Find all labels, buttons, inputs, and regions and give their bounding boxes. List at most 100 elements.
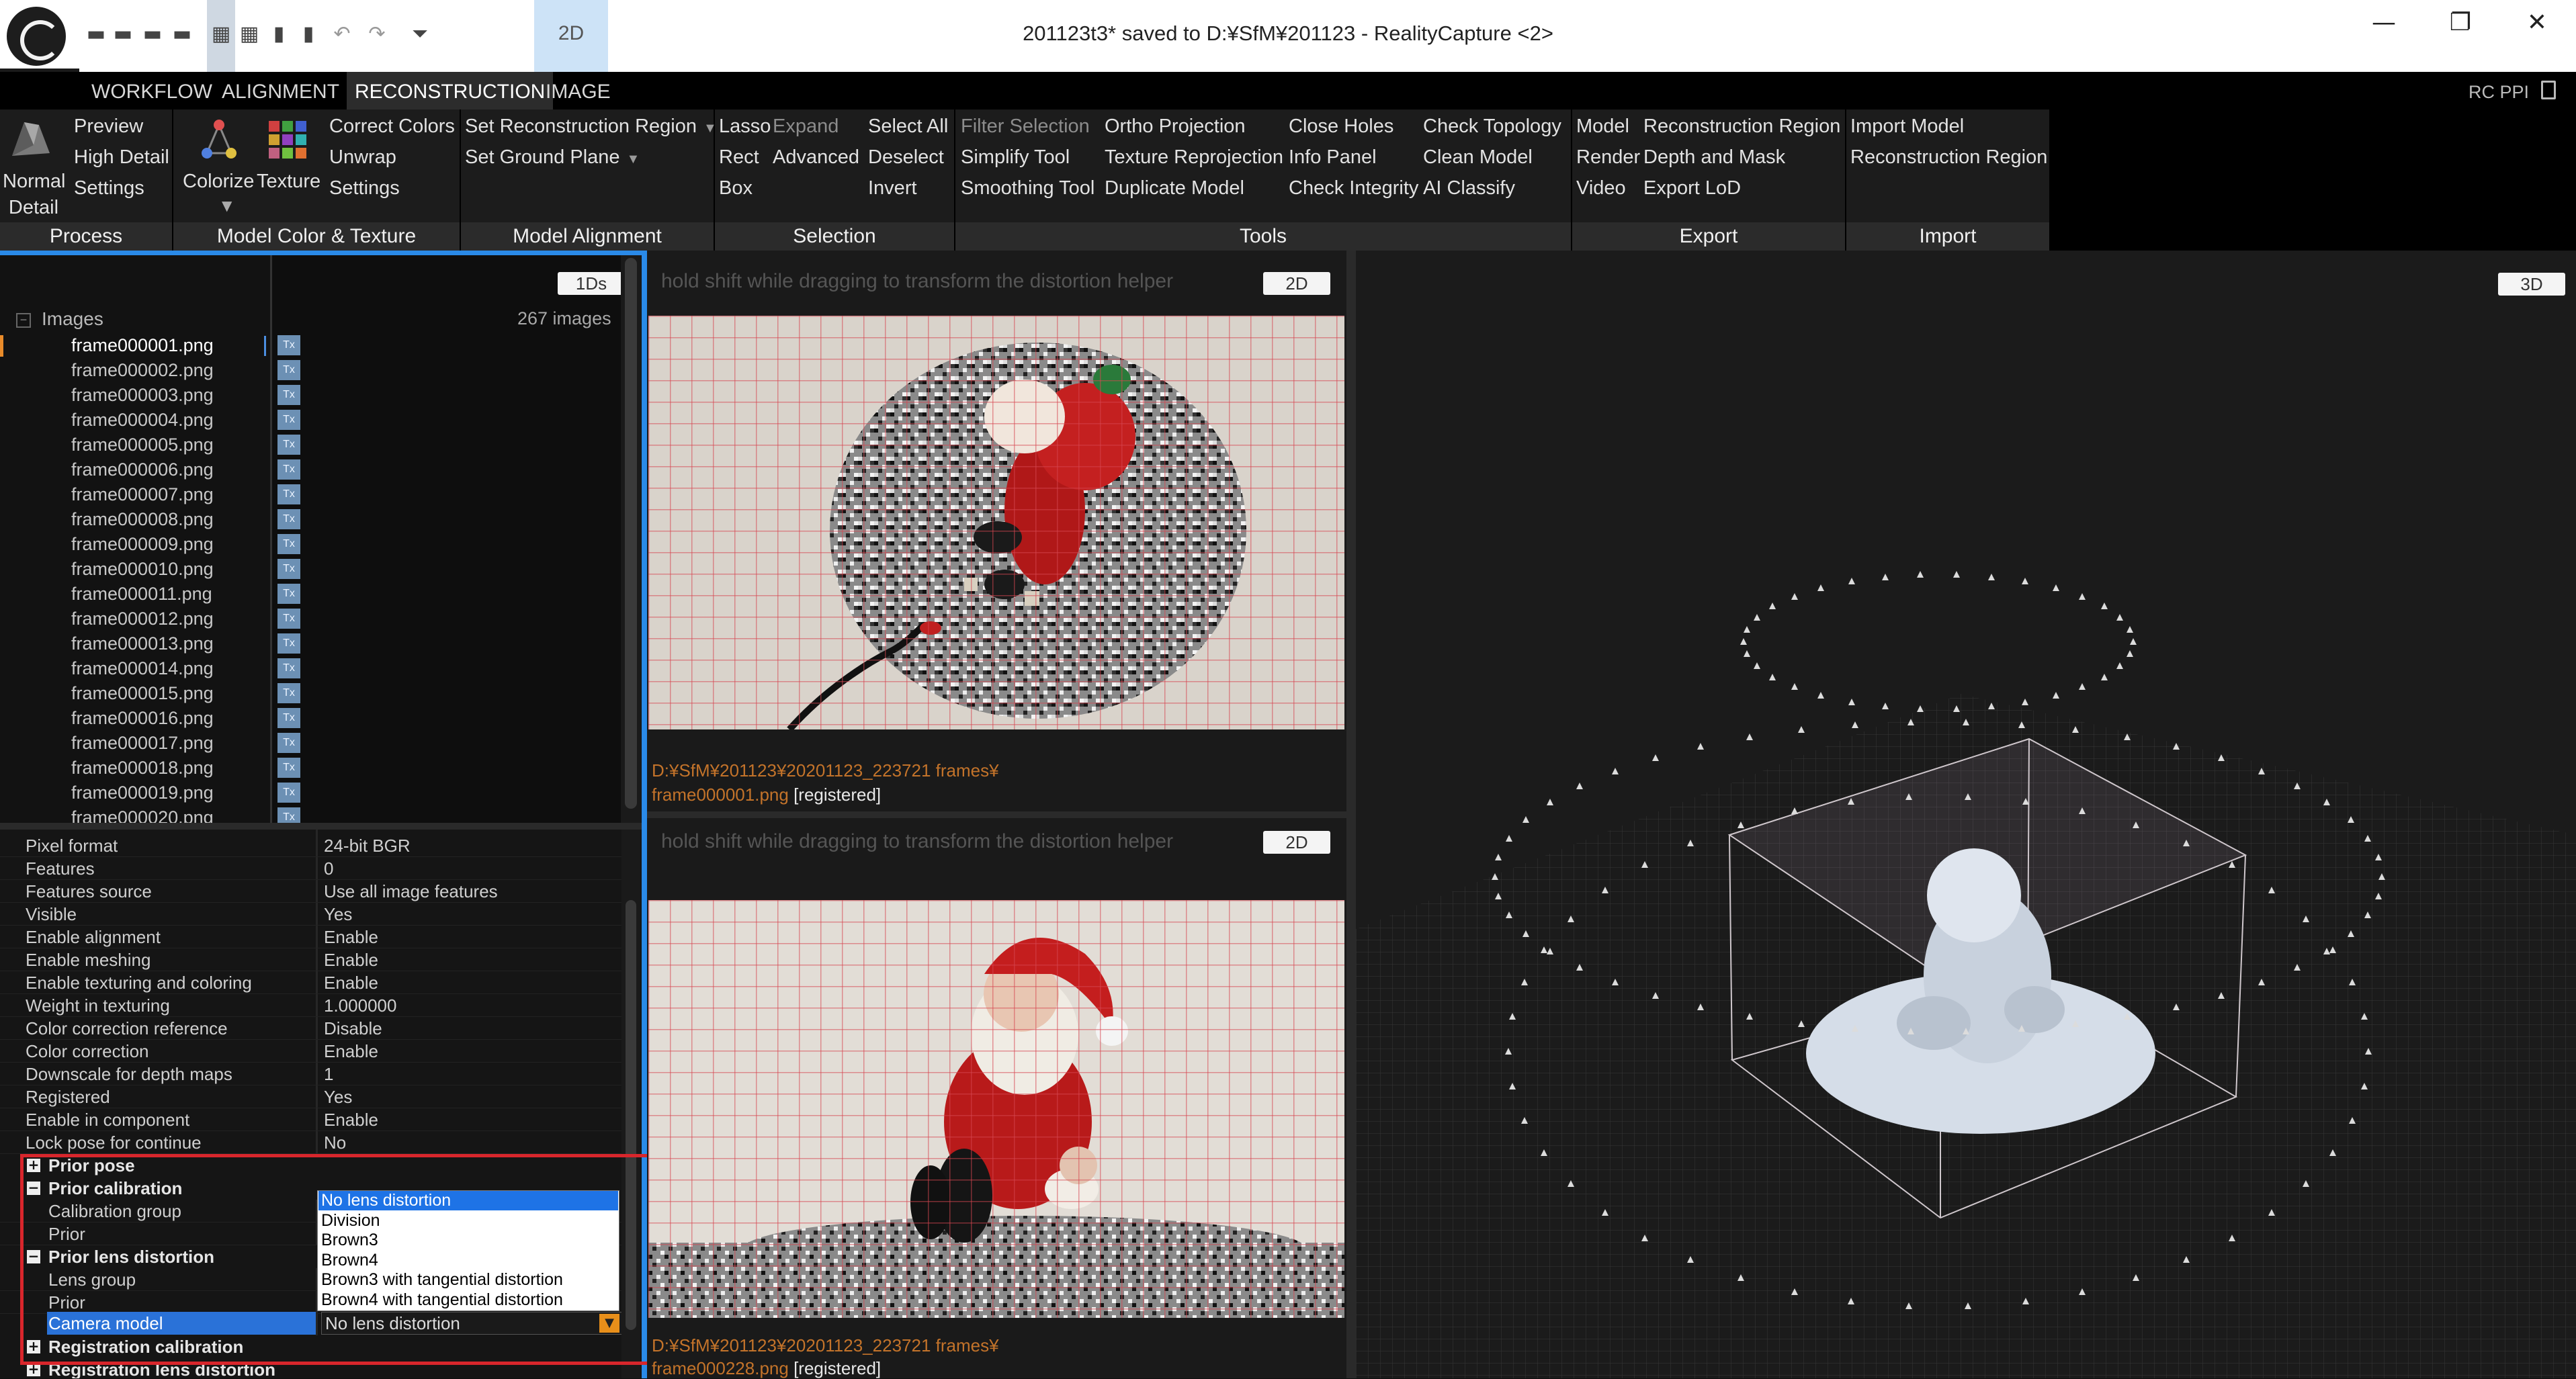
import-model-button[interactable]: Import Model bbox=[1850, 116, 1964, 138]
model-button[interactable]: Model bbox=[1576, 116, 1629, 138]
camera-frustum-icon[interactable] bbox=[2374, 892, 2382, 899]
import-reconstruction-region-button[interactable]: Reconstruction Region bbox=[1850, 146, 2047, 169]
property-row[interactable]: Color correction Enable bbox=[0, 1040, 621, 1063]
menu-image[interactable]: IMAGE bbox=[538, 72, 619, 109]
camera-frustum-icon[interactable] bbox=[2228, 1234, 2235, 1241]
camera-frustum-icon[interactable] bbox=[2022, 698, 2029, 705]
property-value[interactable]: Enable bbox=[324, 950, 378, 971]
camera-frustum-icon[interactable] bbox=[2022, 797, 2030, 805]
camera-frustum-icon[interactable] bbox=[1769, 673, 1776, 680]
camera-frustum-icon[interactable] bbox=[1743, 625, 1750, 633]
export-lod-button[interactable]: Export LoD bbox=[1643, 177, 1741, 199]
camera-frustum-icon[interactable] bbox=[2172, 1004, 2180, 1011]
camera-frustum-icon[interactable] bbox=[2268, 1208, 2276, 1216]
camera-frustum-icon[interactable] bbox=[1568, 1180, 1575, 1188]
camera-frustum-icon[interactable] bbox=[1817, 691, 1825, 699]
menu-alignment[interactable]: ALIGNMENT bbox=[214, 72, 347, 109]
close-icon[interactable]: ✕ bbox=[2503, 0, 2571, 47]
camera-frustum-icon[interactable] bbox=[2071, 726, 2079, 733]
high-detail-button[interactable]: High Detail bbox=[74, 146, 169, 169]
image-tree-item[interactable]: frame000009.png bbox=[0, 532, 270, 557]
panel-splitter[interactable] bbox=[0, 823, 642, 830]
camera-frustum-icon[interactable] bbox=[1847, 797, 1854, 805]
texture-flag-icon[interactable]: Tx bbox=[277, 360, 300, 380]
camera-frustum-icon[interactable] bbox=[2183, 1256, 2190, 1263]
texture-flag-icon[interactable]: Tx bbox=[277, 708, 300, 728]
select-all-button[interactable]: Select All bbox=[868, 116, 948, 138]
camera-frustum-icon[interactable] bbox=[1495, 892, 1502, 899]
property-value[interactable]: Enable bbox=[324, 973, 378, 993]
camera-frustum-icon[interactable] bbox=[1652, 754, 1660, 761]
set-ground-plane-button[interactable]: Set Ground Plane ▼ bbox=[465, 146, 640, 169]
property-row[interactable]: Pixel format 24-bit BGR bbox=[0, 834, 621, 857]
texture-flag-icon[interactable]: Tx bbox=[277, 783, 300, 803]
image-tree-item[interactable]: frame000013.png bbox=[0, 631, 270, 656]
menu-workflow[interactable]: WORKFLOW bbox=[83, 72, 220, 109]
view-splitter-vertical[interactable] bbox=[1346, 251, 1356, 1378]
property-value[interactable]: Use all image features bbox=[324, 881, 498, 902]
texture-flag-icon[interactable]: Tx bbox=[277, 758, 300, 778]
camera-frustum-icon[interactable] bbox=[2228, 861, 2235, 869]
camera-frustum-icon[interactable] bbox=[2018, 721, 2025, 729]
camera-frustum-icon[interactable] bbox=[1791, 1288, 1798, 1296]
property-value[interactable]: No bbox=[324, 1132, 346, 1153]
camera-frustum-icon[interactable] bbox=[1746, 1013, 1753, 1020]
camera-frustum-icon[interactable] bbox=[1508, 1082, 1516, 1089]
image-tree-item[interactable]: frame000017.png bbox=[0, 731, 270, 756]
camera-frustum-icon[interactable] bbox=[1520, 979, 1528, 986]
photo-frame000001[interactable] bbox=[648, 316, 1344, 729]
camera-frustum-icon[interactable] bbox=[2079, 592, 2086, 600]
camera-frustum-icon[interactable] bbox=[2172, 742, 2180, 750]
property-value[interactable]: Enable bbox=[324, 1041, 378, 1062]
camera-frustum-icon[interactable] bbox=[1798, 726, 1805, 733]
camera-frustum-icon[interactable] bbox=[1540, 1149, 1547, 1157]
property-row[interactable]: Visible Yes bbox=[0, 903, 621, 926]
camera-frustum-icon[interactable] bbox=[1905, 793, 1913, 800]
lasso-button[interactable]: Lasso bbox=[719, 116, 771, 138]
restore-icon[interactable]: ❐ bbox=[2427, 0, 2494, 47]
camera-frustum-icon[interactable] bbox=[2349, 1116, 2356, 1124]
camera-frustum-icon[interactable] bbox=[2293, 782, 2301, 789]
camera-frustum-icon[interactable] bbox=[1492, 873, 1498, 880]
image-tree-item[interactable]: frame000011.png bbox=[0, 582, 270, 607]
check-topology-button[interactable]: Check Topology bbox=[1423, 116, 1561, 138]
property-value[interactable]: Enable bbox=[324, 1110, 378, 1130]
close-holes-button[interactable]: Close Holes bbox=[1289, 116, 1393, 138]
view-1ds-button[interactable]: 1Ds bbox=[558, 272, 625, 295]
camera-frustum-icon[interactable] bbox=[1769, 603, 1776, 610]
colorize-button[interactable]: Colorize bbox=[183, 171, 254, 193]
image-tree-item[interactable]: frame000003.png bbox=[0, 383, 270, 408]
camera-frustum-icon[interactable] bbox=[1917, 571, 1924, 578]
photo-frame000228[interactable] bbox=[648, 900, 1344, 1318]
camera-frustum-icon[interactable] bbox=[1505, 911, 1512, 919]
texture-flag-icon[interactable]: Tx bbox=[277, 410, 300, 430]
camera-frustum-icon[interactable] bbox=[2116, 662, 2124, 670]
camera-frustum-icon[interactable] bbox=[2347, 816, 2354, 824]
camera-frustum-icon[interactable] bbox=[1611, 767, 1619, 774]
duplicate-model-button[interactable]: Duplicate Model bbox=[1105, 177, 1244, 199]
camera-frustum-icon[interactable] bbox=[2349, 979, 2356, 986]
camera-frustum-icon[interactable] bbox=[1522, 816, 1530, 824]
camera-frustum-icon[interactable] bbox=[2361, 1013, 2368, 1020]
property-row[interactable]: Features source Use all image features bbox=[0, 880, 621, 903]
image-tree-item[interactable]: frame000008.png bbox=[0, 507, 270, 532]
image-tree-item[interactable]: frame000014.png bbox=[0, 656, 270, 681]
info-panel-button[interactable]: Info Panel bbox=[1289, 146, 1377, 169]
camera-frustum-icon[interactable] bbox=[1907, 1027, 1914, 1034]
texture-flag-icon[interactable]: Tx bbox=[277, 435, 300, 455]
camera-frustum-icon[interactable] bbox=[1505, 1048, 1512, 1055]
video-button[interactable]: Video bbox=[1576, 177, 1626, 199]
camera-frustum-icon[interactable] bbox=[1852, 1024, 1859, 1032]
camera-frustum-icon[interactable] bbox=[2022, 1298, 2030, 1305]
camera-frustum-icon[interactable] bbox=[1540, 946, 1547, 953]
smoothing-tool-button[interactable]: Smoothing Tool bbox=[961, 177, 1094, 199]
camera-frustum-icon[interactable] bbox=[2079, 1288, 2086, 1296]
camera-frustum-icon[interactable] bbox=[2268, 887, 2276, 894]
camera-frustum-icon[interactable] bbox=[1963, 719, 1970, 726]
camera-frustum-icon[interactable] bbox=[2052, 691, 2059, 699]
texture-flag-icon[interactable]: Tx bbox=[277, 385, 300, 405]
property-row[interactable]: Enable meshing Enable bbox=[0, 948, 621, 971]
texture-flag-icon[interactable]: Tx bbox=[277, 658, 300, 678]
camera-frustum-icon[interactable] bbox=[1964, 1302, 1971, 1310]
check-integrity-button[interactable]: Check Integrity bbox=[1289, 177, 1418, 199]
